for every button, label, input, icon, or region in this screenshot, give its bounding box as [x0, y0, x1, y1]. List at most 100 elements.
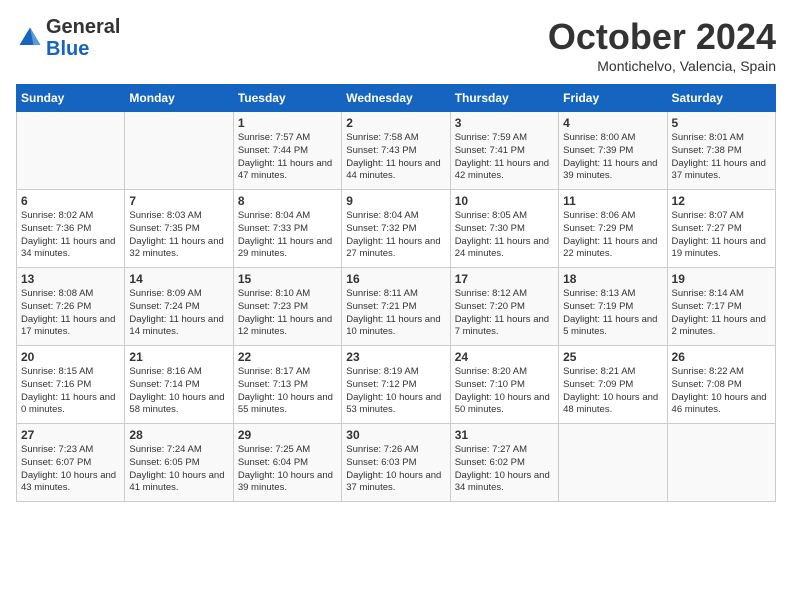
- week-row-1: 1 Sunrise: 7:57 AM Sunset: 7:44 PM Daylig…: [17, 112, 776, 190]
- calendar-cell: 30 Sunrise: 7:26 AM Sunset: 6:03 PM Dayli…: [342, 424, 450, 502]
- day-details: Sunrise: 7:26 AM Sunset: 6:03 PM Dayligh…: [346, 444, 445, 495]
- calendar-cell: 26 Sunrise: 8:22 AM Sunset: 7:08 PM Dayli…: [667, 346, 775, 424]
- day-details: Sunrise: 8:07 AM Sunset: 7:27 PM Dayligh…: [672, 210, 771, 261]
- calendar-cell: 10 Sunrise: 8:05 AM Sunset: 7:30 PM Dayli…: [450, 190, 558, 268]
- calendar-cell: 27 Sunrise: 7:23 AM Sunset: 6:07 PM Dayli…: [17, 424, 125, 502]
- day-number: 11: [563, 194, 662, 208]
- calendar-cell: 5 Sunrise: 8:01 AM Sunset: 7:38 PM Daylig…: [667, 112, 775, 190]
- day-number: 29: [238, 428, 337, 442]
- calendar-cell: 4 Sunrise: 8:00 AM Sunset: 7:39 PM Daylig…: [559, 112, 667, 190]
- day-number: 5: [672, 116, 771, 130]
- day-details: Sunrise: 7:25 AM Sunset: 6:04 PM Dayligh…: [238, 444, 337, 495]
- day-details: Sunrise: 8:17 AM Sunset: 7:13 PM Dayligh…: [238, 366, 337, 417]
- day-number: 4: [563, 116, 662, 130]
- day-details: Sunrise: 7:59 AM Sunset: 7:41 PM Dayligh…: [455, 132, 554, 183]
- page-header: General Blue October 2024 Montichelvo, V…: [16, 16, 776, 74]
- calendar-cell: 21 Sunrise: 8:16 AM Sunset: 7:14 PM Dayli…: [125, 346, 233, 424]
- day-number: 23: [346, 350, 445, 364]
- day-number: 13: [21, 272, 120, 286]
- day-details: Sunrise: 8:15 AM Sunset: 7:16 PM Dayligh…: [21, 366, 120, 417]
- day-number: 1: [238, 116, 337, 130]
- calendar-cell: 12Sunrise: 8:07 AM Sunset: 7:27 PM Dayli…: [667, 190, 775, 268]
- day-number: 6: [21, 194, 120, 208]
- week-row-3: 13Sunrise: 8:08 AM Sunset: 7:26 PM Dayli…: [17, 268, 776, 346]
- day-details: Sunrise: 8:10 AM Sunset: 7:23 PM Dayligh…: [238, 288, 337, 339]
- day-details: Sunrise: 7:24 AM Sunset: 6:05 PM Dayligh…: [129, 444, 228, 495]
- header-row: SundayMondayTuesdayWednesdayThursdayFrid…: [17, 85, 776, 112]
- day-number: 2: [346, 116, 445, 130]
- day-details: Sunrise: 7:57 AM Sunset: 7:44 PM Dayligh…: [238, 132, 337, 183]
- day-number: 25: [563, 350, 662, 364]
- day-number: 26: [672, 350, 771, 364]
- day-number: 14: [129, 272, 228, 286]
- day-details: Sunrise: 8:09 AM Sunset: 7:24 PM Dayligh…: [129, 288, 228, 339]
- calendar-cell: 1 Sunrise: 7:57 AM Sunset: 7:44 PM Daylig…: [233, 112, 341, 190]
- day-header-saturday: Saturday: [667, 85, 775, 112]
- calendar-cell: 8 Sunrise: 8:04 AM Sunset: 7:33 PM Daylig…: [233, 190, 341, 268]
- week-row-5: 27 Sunrise: 7:23 AM Sunset: 6:07 PM Dayli…: [17, 424, 776, 502]
- day-details: Sunrise: 8:22 AM Sunset: 7:08 PM Dayligh…: [672, 366, 771, 417]
- day-details: Sunrise: 8:03 AM Sunset: 7:35 PM Dayligh…: [129, 210, 228, 261]
- day-details: Sunrise: 8:21 AM Sunset: 7:09 PM Dayligh…: [563, 366, 662, 417]
- calendar-cell: 7 Sunrise: 8:03 AM Sunset: 7:35 PM Daylig…: [125, 190, 233, 268]
- day-details: Sunrise: 7:58 AM Sunset: 7:43 PM Dayligh…: [346, 132, 445, 183]
- logo-general: General: [46, 16, 120, 38]
- calendar-cell: 16 Sunrise: 8:11 AM Sunset: 7:21 PM Dayli…: [342, 268, 450, 346]
- title-section: October 2024 Montichelvo, Valencia, Spai…: [548, 16, 776, 74]
- calendar-cell: 20 Sunrise: 8:15 AM Sunset: 7:16 PM Dayli…: [17, 346, 125, 424]
- day-number: 3: [455, 116, 554, 130]
- logo: General Blue: [16, 16, 120, 60]
- day-details: Sunrise: 8:16 AM Sunset: 7:14 PM Dayligh…: [129, 366, 228, 417]
- day-number: 9: [346, 194, 445, 208]
- day-details: Sunrise: 8:02 AM Sunset: 7:36 PM Dayligh…: [21, 210, 120, 261]
- day-header-tuesday: Tuesday: [233, 85, 341, 112]
- day-details: Sunrise: 7:23 AM Sunset: 6:07 PM Dayligh…: [21, 444, 120, 495]
- calendar-cell: 22Sunrise: 8:17 AM Sunset: 7:13 PM Dayli…: [233, 346, 341, 424]
- day-details: Sunrise: 8:00 AM Sunset: 7:39 PM Dayligh…: [563, 132, 662, 183]
- day-details: Sunrise: 8:04 AM Sunset: 7:32 PM Dayligh…: [346, 210, 445, 261]
- calendar-table: SundayMondayTuesdayWednesdayThursdayFrid…: [16, 84, 776, 502]
- day-details: Sunrise: 8:11 AM Sunset: 7:21 PM Dayligh…: [346, 288, 445, 339]
- day-details: Sunrise: 8:04 AM Sunset: 7:33 PM Dayligh…: [238, 210, 337, 261]
- calendar-cell: 11 Sunrise: 8:06 AM Sunset: 7:29 PM Dayli…: [559, 190, 667, 268]
- day-header-thursday: Thursday: [450, 85, 558, 112]
- logo-icon: [16, 24, 44, 52]
- logo-blue: Blue: [46, 38, 89, 60]
- calendar-cell: 6 Sunrise: 8:02 AM Sunset: 7:36 PM Daylig…: [17, 190, 125, 268]
- calendar-cell: [125, 112, 233, 190]
- day-details: Sunrise: 8:06 AM Sunset: 7:29 PM Dayligh…: [563, 210, 662, 261]
- day-number: 19: [672, 272, 771, 286]
- location: Montichelvo, Valencia, Spain: [548, 58, 776, 74]
- calendar-cell: 14 Sunrise: 8:09 AM Sunset: 7:24 PM Dayli…: [125, 268, 233, 346]
- day-number: 24: [455, 350, 554, 364]
- calendar-cell: 29 Sunrise: 7:25 AM Sunset: 6:04 PM Dayli…: [233, 424, 341, 502]
- day-details: Sunrise: 8:20 AM Sunset: 7:10 PM Dayligh…: [455, 366, 554, 417]
- day-number: 31: [455, 428, 554, 442]
- day-number: 21: [129, 350, 228, 364]
- day-number: 7: [129, 194, 228, 208]
- day-number: 16: [346, 272, 445, 286]
- day-number: 10: [455, 194, 554, 208]
- calendar-cell: [17, 112, 125, 190]
- day-details: Sunrise: 8:01 AM Sunset: 7:38 PM Dayligh…: [672, 132, 771, 183]
- calendar-cell: 3 Sunrise: 7:59 AM Sunset: 7:41 PM Daylig…: [450, 112, 558, 190]
- day-number: 28: [129, 428, 228, 442]
- day-number: 8: [238, 194, 337, 208]
- day-details: Sunrise: 8:13 AM Sunset: 7:19 PM Dayligh…: [563, 288, 662, 339]
- calendar-cell: 31Sunrise: 7:27 AM Sunset: 6:02 PM Dayli…: [450, 424, 558, 502]
- calendar-cell: 24 Sunrise: 8:20 AM Sunset: 7:10 PM Dayli…: [450, 346, 558, 424]
- day-number: 20: [21, 350, 120, 364]
- calendar-cell: 28 Sunrise: 7:24 AM Sunset: 6:05 PM Dayli…: [125, 424, 233, 502]
- day-number: 15: [238, 272, 337, 286]
- calendar-cell: 23 Sunrise: 8:19 AM Sunset: 7:12 PM Dayli…: [342, 346, 450, 424]
- day-details: Sunrise: 8:05 AM Sunset: 7:30 PM Dayligh…: [455, 210, 554, 261]
- day-details: Sunrise: 8:19 AM Sunset: 7:12 PM Dayligh…: [346, 366, 445, 417]
- day-number: 18: [563, 272, 662, 286]
- day-number: 27: [21, 428, 120, 442]
- calendar-cell: 25 Sunrise: 8:21 AM Sunset: 7:09 PM Dayli…: [559, 346, 667, 424]
- day-number: 30: [346, 428, 445, 442]
- calendar-cell: 2 Sunrise: 7:58 AM Sunset: 7:43 PM Daylig…: [342, 112, 450, 190]
- calendar-cell: 9 Sunrise: 8:04 AM Sunset: 7:32 PM Daylig…: [342, 190, 450, 268]
- day-number: 17: [455, 272, 554, 286]
- week-row-2: 6 Sunrise: 8:02 AM Sunset: 7:36 PM Daylig…: [17, 190, 776, 268]
